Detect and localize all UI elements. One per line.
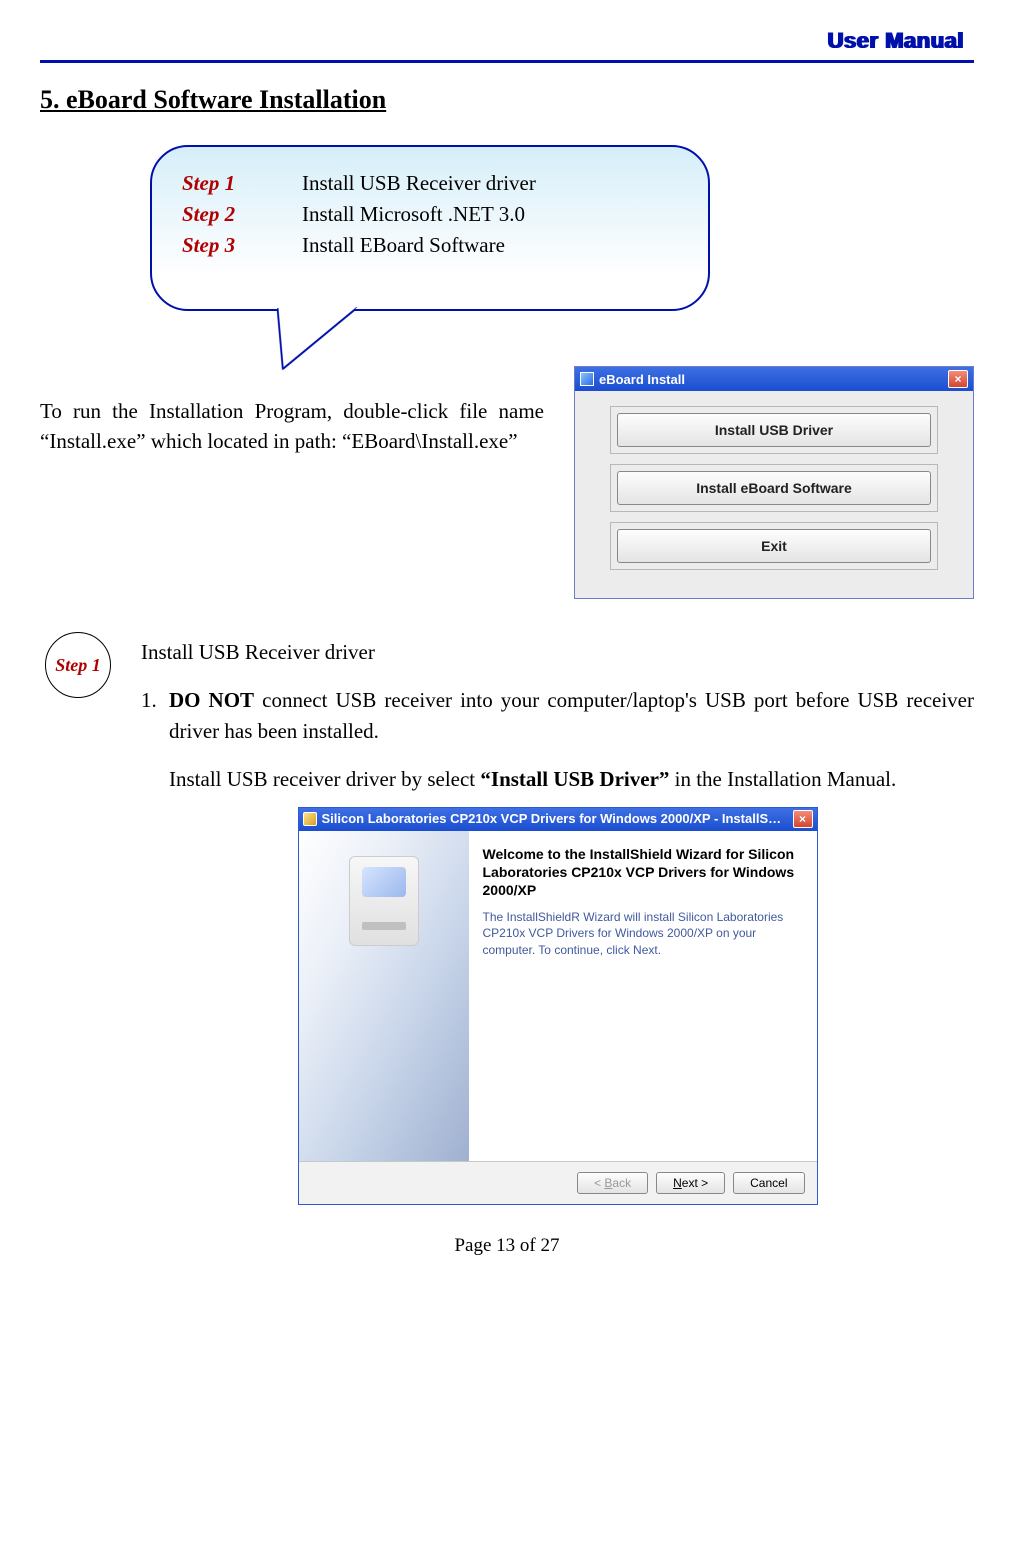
close-icon[interactable]: ×	[948, 370, 968, 388]
wizard-next-button[interactable]: Next >	[656, 1172, 725, 1194]
step1-circle: Step 1	[45, 632, 111, 698]
install-usb-driver-button[interactable]: Install USB Driver	[617, 413, 931, 447]
step1-item-1: 1. DO NOT connect USB receiver into your…	[141, 685, 974, 746]
step3-desc: Install EBoard Software	[302, 233, 505, 258]
step2-desc: Install Microsoft .NET 3.0	[302, 202, 525, 227]
header-divider	[40, 60, 974, 63]
step1-para: Install USB receiver driver by select “I…	[169, 764, 974, 794]
wizard-text: The InstallShieldR Wizard will install S…	[483, 909, 803, 958]
install-dialog-title: eBoard Install	[599, 372, 685, 387]
installshield-wizard: Silicon Laboratories CP210x VCP Drivers …	[298, 807, 818, 1205]
wizard-close-icon[interactable]: ×	[793, 810, 813, 828]
step1-desc: Install USB Receiver driver	[302, 171, 536, 196]
run-instruction: To run the Installation Program, double-…	[40, 366, 544, 457]
step1-label: Step 1	[182, 171, 302, 196]
do-not-bold: DO NOT	[169, 688, 254, 712]
item1-rest: connect USB receiver into your computer/…	[169, 688, 974, 742]
wizard-back-button: < Back	[577, 1172, 648, 1194]
wizard-titlebar: Silicon Laboratories CP210x VCP Drivers …	[299, 808, 817, 831]
step2-label: Step 2	[182, 202, 302, 227]
app-icon	[580, 372, 594, 386]
wizard-app-icon	[303, 812, 317, 826]
wizard-cancel-button[interactable]: Cancel	[733, 1172, 804, 1194]
wizard-welcome: Welcome to the InstallShield Wizard for …	[483, 845, 803, 900]
wizard-title: Silicon Laboratories CP210x VCP Drivers …	[322, 810, 782, 829]
install-dialog: eBoard Install × Install USB Driver Inst…	[574, 366, 974, 599]
steps-callout: Step 1 Install USB Receiver driver Step …	[150, 145, 710, 311]
header-title: User Manual	[828, 28, 964, 54]
step1-heading: Install USB Receiver driver	[141, 637, 974, 667]
wizard-sidebar	[299, 831, 469, 1161]
section-title: 5. eBoard Software Installation	[40, 85, 974, 115]
exit-button[interactable]: Exit	[617, 529, 931, 563]
page-header: User Manual	[40, 28, 974, 54]
install-eboard-software-button[interactable]: Install eBoard Software	[617, 471, 931, 505]
wizard-sidebar-image	[349, 856, 419, 946]
page-footer: Page 13 of 27	[40, 1235, 974, 1257]
step3-label: Step 3	[182, 233, 302, 258]
install-dialog-titlebar: eBoard Install ×	[575, 367, 973, 391]
